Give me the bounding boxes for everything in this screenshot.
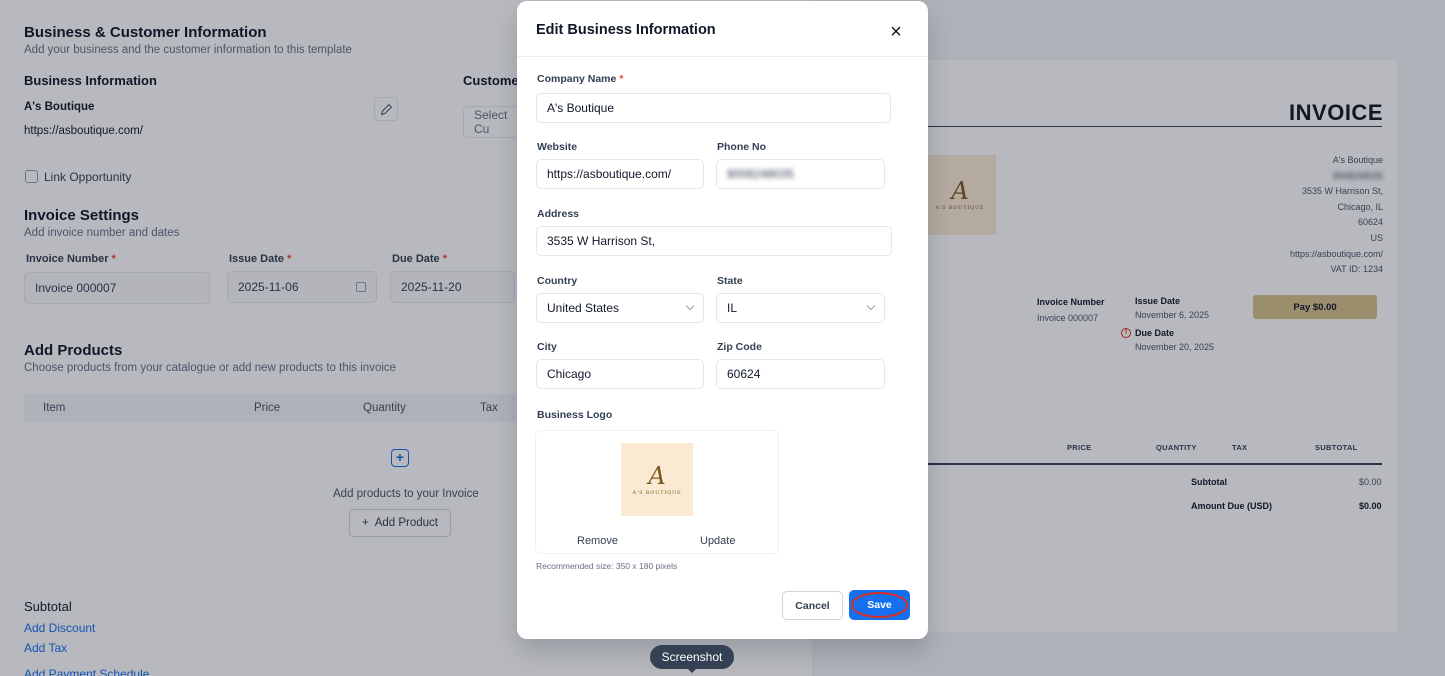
business-logo-label: Business Logo bbox=[537, 409, 613, 421]
phone-label: Phone No bbox=[717, 141, 766, 153]
country-select[interactable]: United States bbox=[536, 293, 704, 323]
modal-header: Edit Business Information × bbox=[517, 1, 928, 57]
company-name-label: Company Name * bbox=[537, 73, 624, 85]
update-logo-button[interactable]: Update bbox=[700, 535, 735, 547]
website-label: Website bbox=[537, 141, 578, 153]
zip-label: Zip Code bbox=[717, 341, 762, 353]
save-button[interactable]: Save bbox=[849, 590, 910, 620]
address-label: Address bbox=[537, 208, 580, 220]
city-input[interactable]: Chicago bbox=[536, 359, 704, 389]
cancel-button[interactable]: Cancel bbox=[782, 591, 843, 620]
screenshot-tooltip: Screenshot bbox=[650, 645, 734, 669]
business-logo-image: A A'S BOUTIQUE bbox=[621, 443, 693, 516]
website-input[interactable]: https://asboutique.com/ bbox=[536, 159, 704, 189]
zip-input[interactable]: 60624 bbox=[716, 359, 885, 389]
logo-size-hint: Recommended size: 350 x 180 pixels bbox=[536, 561, 678, 571]
address-input[interactable]: 3535 W Harrison St, bbox=[536, 226, 892, 256]
phone-input[interactable]: 8008248035 bbox=[716, 159, 885, 189]
chevron-down-icon bbox=[866, 301, 876, 311]
company-name-input[interactable]: A's Boutique bbox=[536, 93, 891, 123]
state-label: State bbox=[717, 275, 743, 287]
remove-logo-button[interactable]: Remove bbox=[577, 535, 618, 547]
modal-title: Edit Business Information bbox=[536, 22, 716, 38]
city-label: City bbox=[537, 341, 557, 353]
state-select[interactable]: IL bbox=[716, 293, 885, 323]
close-icon[interactable]: × bbox=[887, 22, 905, 42]
country-label: Country bbox=[537, 275, 578, 287]
chevron-down-icon bbox=[685, 301, 695, 311]
tooltip-arrow bbox=[687, 668, 697, 673]
